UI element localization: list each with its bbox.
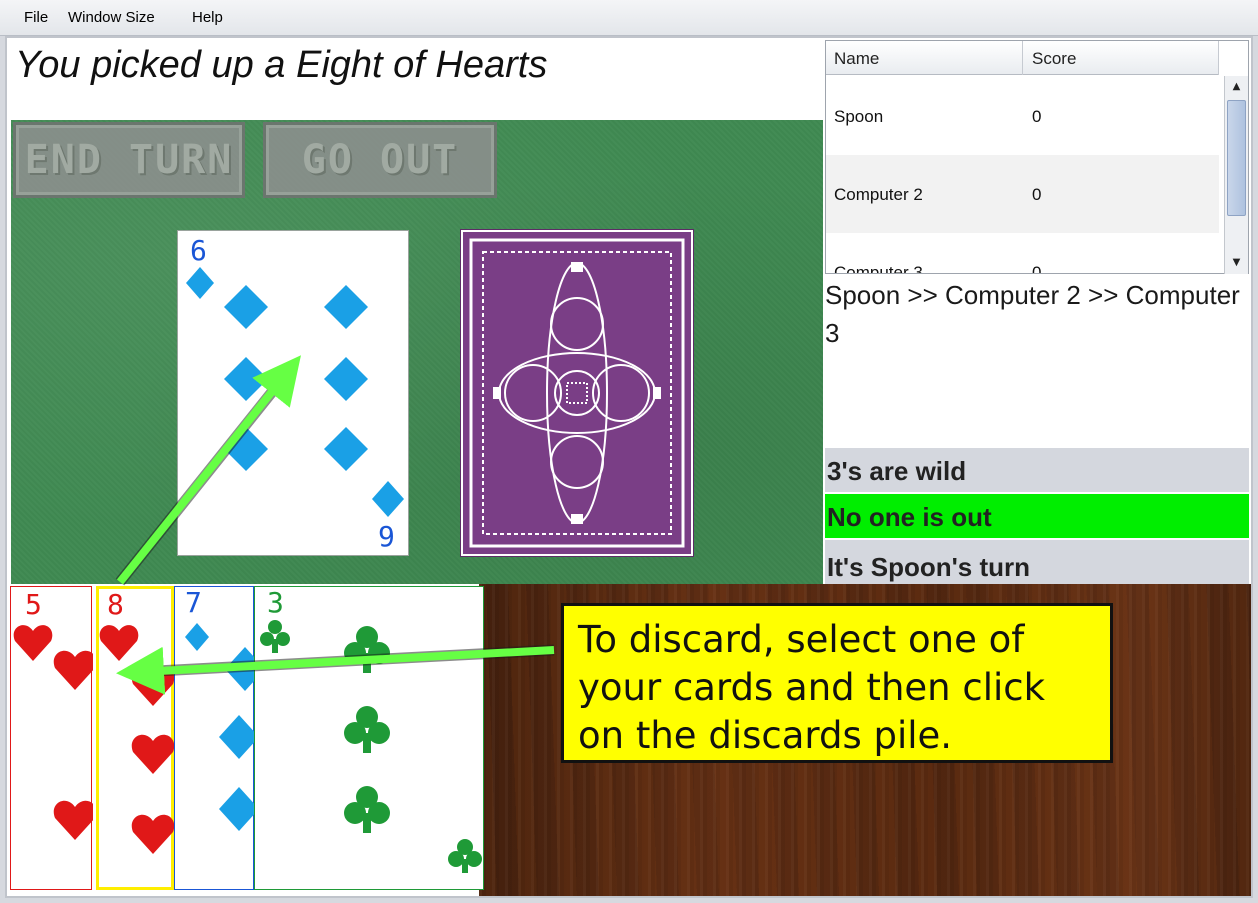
heart-pips-icon: [99, 625, 175, 854]
hand-card-8-hearts[interactable]: 8: [96, 586, 175, 890]
menu-window-size[interactable]: Window Size: [68, 9, 155, 26]
draw-deck[interactable]: [460, 229, 694, 557]
menu-bar: File Window Size Help: [0, 0, 1258, 36]
table-row[interactable]: Spoon 0: [826, 77, 1219, 155]
player-score: 0: [1032, 185, 1042, 204]
tutorial-callout: To discard, select one of your cards and…: [561, 603, 1113, 763]
scoreboard-header: Name Score: [826, 41, 1219, 75]
diamond-pips-icon: [185, 623, 255, 831]
heart-pips-icon: [13, 625, 93, 840]
player-score: 0: [1032, 263, 1042, 273]
scroll-down-icon[interactable]: ▼: [1227, 254, 1246, 272]
turn-order: Spoon >> Computer 2 >> Computer 3: [825, 280, 1240, 348]
play-table: END TURN GO OUT 6 9: [11, 120, 823, 584]
hand-card-5-hearts[interactable]: 5: [10, 586, 93, 890]
turn-status: It's Spoon's turn: [825, 540, 1249, 584]
table-row[interactable]: Computer 2 0: [826, 155, 1219, 233]
player-score: 0: [1032, 107, 1042, 126]
end-turn-button[interactable]: END TURN: [13, 122, 245, 198]
diamond-pips-icon: [186, 267, 404, 517]
menu-file[interactable]: File: [24, 9, 48, 26]
wild-card-info: 3's are wild: [825, 448, 1249, 492]
menu-help[interactable]: Help: [192, 9, 223, 26]
discard-pile[interactable]: 6 9: [177, 230, 409, 556]
turn-status-text: It's Spoon's turn: [827, 552, 1031, 582]
out-status: No one is out: [825, 494, 1249, 538]
scoreboard-scrollbar[interactable]: ▲ ▼: [1224, 76, 1248, 274]
hand-card-3-clubs[interactable]: 3: [254, 586, 484, 890]
card-rank-bottom: 9: [378, 520, 395, 553]
scroll-thumb[interactable]: [1227, 100, 1246, 216]
status-message: You picked up a Eight of Hearts: [15, 44, 548, 86]
club-pips-icon: [260, 620, 482, 873]
game-window: You picked up a Eight of Hearts END TURN…: [5, 36, 1253, 898]
scoreboard-table[interactable]: Name Score Spoon 0 Computer 2 0 Computer…: [825, 40, 1249, 274]
card-back-pattern-icon: [469, 238, 685, 548]
player-name: Computer 3: [834, 263, 923, 273]
player-name: Computer 2: [834, 185, 923, 204]
player-hand: 5 8 7 3: [10, 584, 484, 892]
scroll-up-icon[interactable]: ▲: [1227, 78, 1246, 96]
column-score[interactable]: Score: [1032, 49, 1076, 69]
hand-card-7-diamonds[interactable]: 7: [174, 586, 255, 890]
go-out-button[interactable]: GO OUT: [263, 122, 497, 198]
table-row[interactable]: Computer 3 0: [826, 233, 1219, 273]
player-name: Spoon: [834, 107, 884, 126]
column-name[interactable]: Name: [834, 49, 879, 69]
